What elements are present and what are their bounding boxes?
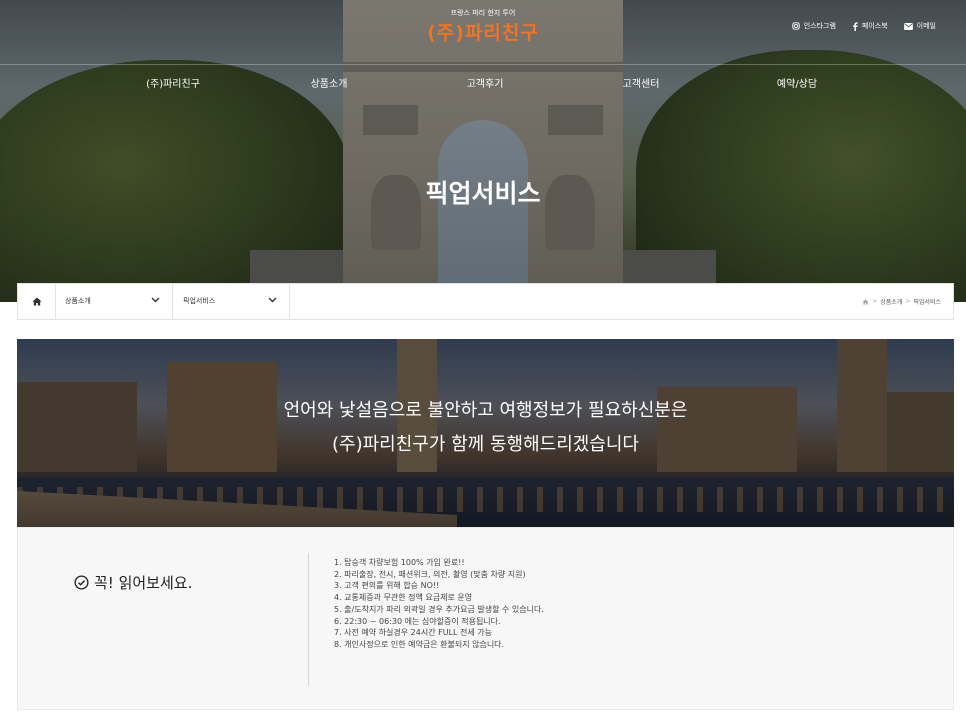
- site-tagline: 프랑스 파리 현지 투어: [450, 9, 516, 17]
- notice-item: 1. 탑승객 차량보험 100% 가입 완료!!: [334, 558, 465, 567]
- notice-item: 2. 파리출장, 전시, 패션위크, 의전, 촬영 (맞춤 차량 지원): [334, 569, 526, 579]
- notice-divider: [308, 553, 309, 686]
- nav-item-company[interactable]: (주)파리친구: [146, 75, 200, 90]
- email-link[interactable]: 이메일: [903, 21, 936, 31]
- breadcrumb-trail: > 상품소개 > 픽업서비스: [862, 297, 941, 306]
- mail-icon: [903, 22, 913, 30]
- banner-text-line1: 언어와 낯설음으로 불안하고 여행정보가 필요하신분은: [283, 400, 688, 421]
- subpage-select[interactable]: 픽업서비스: [173, 284, 290, 319]
- notice-item: 4. 교통체증과 무관한 정액 요금제로 운영: [334, 593, 473, 603]
- notice-title-text: 꼭! 읽어보세요.: [94, 574, 193, 592]
- breadcrumb: 상품소개 픽업서비스 > 상품소개 > 픽업서비스: [17, 283, 954, 320]
- nav-item-support[interactable]: 고객센터: [623, 75, 660, 90]
- breadcrumb-link-products[interactable]: 상품소개: [880, 297, 902, 306]
- facebook-link[interactable]: 페이스북: [852, 21, 888, 31]
- nav-item-booking[interactable]: 예약/상담: [777, 75, 817, 90]
- breadcrumb-separator: >: [872, 298, 878, 305]
- notice-item: 7. 사전 예약 하실경우 24시간 FULL 전세 가능: [334, 628, 493, 638]
- email-label: 이메일: [916, 22, 936, 30]
- page-title: 픽업서비스: [425, 179, 541, 208]
- intro-banner: 언어와 낯설음으로 불안하고 여행정보가 필요하신분은 (주)파리친구가 함께 …: [17, 339, 954, 527]
- notice-item: 5. 출/도착지가 파리 외곽일 경우 추가요금 발생할 수 있습니다.: [334, 604, 544, 614]
- home-button[interactable]: [18, 284, 56, 319]
- nav-item-products[interactable]: 상품소개: [311, 75, 348, 90]
- hero-banner: [0, 0, 966, 302]
- facebook-label: 페이스북: [861, 22, 888, 30]
- facebook-icon: [853, 21, 858, 31]
- notice-item: 6. 22:30 ~ 06:30 에는 심야할증이 적용됩니다.: [334, 616, 501, 626]
- notice-item: 3. 고객 편의를 위해 합승 NO!!: [334, 581, 440, 591]
- breadcrumb-separator: >: [905, 298, 911, 305]
- social-links: 인스타그램 페이스북 이메일: [792, 21, 936, 31]
- category-select-label: 상품소개: [65, 297, 91, 305]
- notice-title: 꼭! 읽어보세요.: [74, 572, 192, 593]
- check-circle-icon: [74, 575, 89, 590]
- instagram-icon: [792, 22, 800, 30]
- banner-text-line2: (주)파리친구가 함께 동행해드리겠습니다: [331, 434, 639, 455]
- instagram-link[interactable]: 인스타그램: [792, 21, 836, 31]
- breadcrumb-current: 픽업서비스: [913, 299, 941, 306]
- instagram-label: 인스타그램: [803, 22, 836, 30]
- main-nav: (주)파리친구 상품소개 고객후기 고객센터 예약/상담: [0, 75, 966, 91]
- notice-box: 꼭! 읽어보세요. 1. 탑승객 차량보험 100% 가입 완료!! 2. 파리…: [17, 527, 954, 710]
- home-icon[interactable]: [862, 298, 869, 305]
- subpage-select-label: 픽업서비스: [183, 297, 216, 305]
- notice-item: 8. 개인사정으로 인한 예약금은 환불되지 않습니다.: [334, 639, 505, 649]
- notice-list: 1. 탑승객 차량보험 100% 가입 완료!! 2. 파리출장, 전시, 패션…: [334, 557, 544, 651]
- nav-divider: [0, 64, 966, 65]
- category-select[interactable]: 상품소개: [55, 284, 173, 319]
- nav-item-reviews[interactable]: 고객후기: [467, 75, 504, 90]
- chevron-down-icon: [151, 297, 160, 303]
- home-icon: [32, 297, 41, 306]
- chevron-down-icon: [268, 297, 277, 303]
